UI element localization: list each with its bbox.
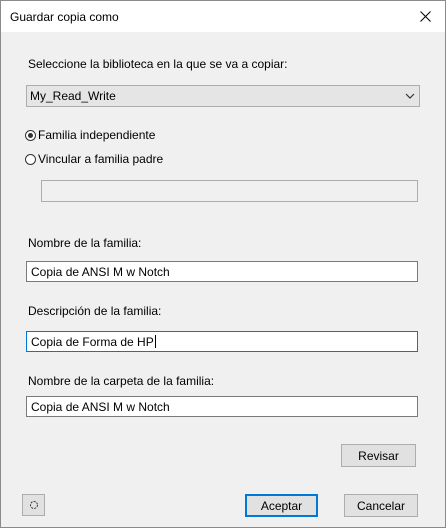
radio-independent-label: Familia independiente (38, 128, 156, 142)
folder-name-label: Nombre de la carpeta de la familia: (28, 374, 215, 388)
title-bar: Guardar copia como (1, 1, 445, 32)
family-description-value: Copia de Forma de HP (31, 335, 156, 349)
library-dropdown[interactable]: My_Read_Write (26, 85, 420, 107)
family-name-label: Nombre de la familia: (28, 236, 142, 250)
close-button[interactable] (405, 1, 445, 32)
cancel-button[interactable]: Cancelar (344, 494, 418, 517)
help-button[interactable] (22, 494, 45, 516)
radio-indicator-on (25, 129, 36, 141)
folder-name-input[interactable]: Copia de ANSI M w Notch (26, 396, 418, 417)
radio-independent-family[interactable]: Familia independiente (25, 128, 155, 142)
save-copy-dialog: Guardar copia como Seleccione la bibliot… (0, 0, 446, 528)
window-title: Guardar copia como (10, 10, 119, 24)
close-icon (419, 11, 431, 22)
library-label: Seleccione la biblioteca en la que se va… (28, 57, 288, 71)
family-name-value: Copia de ANSI M w Notch (31, 265, 170, 279)
parent-family-field[interactable] (41, 180, 418, 202)
chevron-down-icon (405, 93, 415, 99)
help-icon (29, 501, 38, 509)
family-description-label: Descripción de la familia: (28, 304, 162, 318)
review-button[interactable]: Revisar (341, 444, 416, 467)
family-description-input[interactable]: Copia de Forma de HP (26, 331, 418, 352)
text-caret (154, 335, 156, 348)
dialog-body: Seleccione la biblioteca en la que se va… (10, 32, 435, 518)
folder-name-value: Copia de ANSI M w Notch (31, 400, 170, 414)
radio-link-parent-family[interactable]: Vincular a familia padre (25, 152, 163, 166)
family-name-input[interactable]: Copia de ANSI M w Notch (26, 261, 418, 282)
radio-indicator-off (25, 153, 36, 165)
accept-button[interactable]: Aceptar (245, 494, 318, 517)
library-selected-value: My_Read_Write (30, 89, 116, 103)
radio-link-parent-label: Vincular a familia padre (38, 152, 164, 166)
